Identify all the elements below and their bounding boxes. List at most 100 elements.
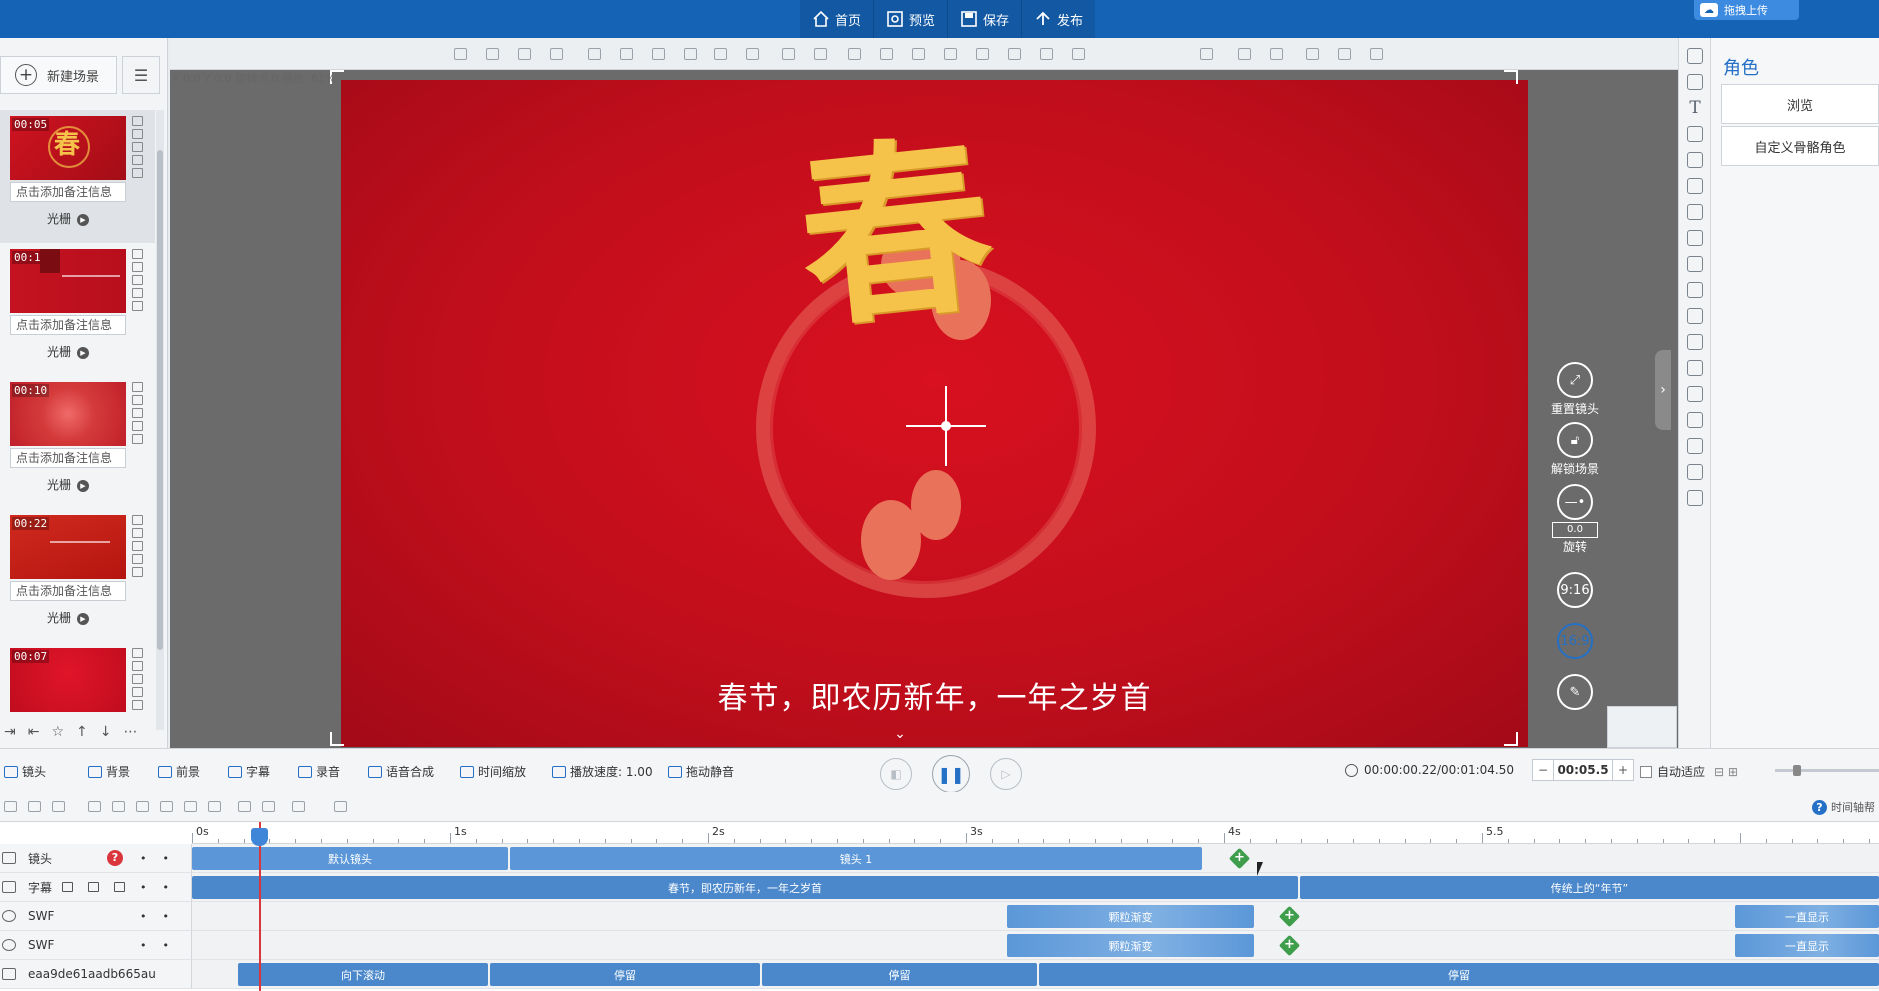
stepper-plus-button[interactable]: + xyxy=(1613,760,1633,780)
element-clip[interactable]: 停留 xyxy=(1039,963,1879,986)
auto-fit-toggle[interactable]: 自动适应 ⊟ ⊞ xyxy=(1640,763,1738,780)
tool-icon[interactable] xyxy=(1687,126,1703,142)
scene-transition[interactable]: 光栅 ▶ xyxy=(10,609,126,626)
tool-icon[interactable] xyxy=(1687,490,1703,506)
delete-icon[interactable] xyxy=(132,395,143,405)
toolbar-tool-icon[interactable] xyxy=(1200,48,1213,60)
play-icon[interactable]: ▶ xyxy=(77,612,89,625)
track-header-camera[interactable]: 镜头 ? •• xyxy=(0,844,192,873)
tool-icon[interactable] xyxy=(1687,152,1703,168)
record-button[interactable]: 录音 xyxy=(298,763,340,780)
star-icon[interactable] xyxy=(132,567,143,577)
toolbar-tool-icon[interactable] xyxy=(652,48,665,60)
nav-publish-button[interactable]: 发布 xyxy=(1021,0,1095,38)
ratio-916-button[interactable]: 9:16 xyxy=(1530,572,1620,610)
delete-icon[interactable] xyxy=(132,528,143,538)
timeline-tool-icon[interactable] xyxy=(184,801,197,812)
element-clip[interactable]: 停留 xyxy=(762,963,1037,986)
tool-icon[interactable] xyxy=(1687,204,1703,220)
stepper-minus-button[interactable]: − xyxy=(1533,760,1553,780)
scrollbar-thumb[interactable] xyxy=(157,150,163,650)
merge-icon[interactable] xyxy=(132,288,143,298)
scene-transition[interactable]: 光栅 ▶ xyxy=(10,210,126,227)
toolbar-tool-icon[interactable] xyxy=(1370,48,1383,60)
move-down-icon[interactable]: ↓ xyxy=(100,724,112,740)
delete-icon[interactable] xyxy=(132,129,143,139)
effect-clip[interactable]: 颗粒渐变 xyxy=(1007,934,1254,957)
paste-icon[interactable] xyxy=(132,275,143,285)
rotate-dial-icon[interactable]: —• xyxy=(1557,484,1593,520)
new-scene-button[interactable]: + 新建场景 xyxy=(0,56,117,94)
delete-icon[interactable] xyxy=(132,262,143,272)
tool-icon[interactable] xyxy=(1687,360,1703,376)
scene-sort-button[interactable]: ☰ xyxy=(122,56,160,94)
time-scale-button[interactable]: 时间缩放 xyxy=(460,763,526,780)
star-icon[interactable] xyxy=(132,434,143,444)
tool-icon[interactable] xyxy=(1687,412,1703,428)
track-toggles[interactable]: •• xyxy=(140,939,185,952)
track-header-swf[interactable]: SWF •• xyxy=(0,931,192,960)
timeline-tool-icon[interactable] xyxy=(292,801,305,812)
toolbar-tool-icon[interactable] xyxy=(880,48,893,60)
tool-icon[interactable] xyxy=(1687,282,1703,298)
copy-icon[interactable] xyxy=(132,515,143,525)
timeline-tool-icon[interactable] xyxy=(52,801,65,812)
paste-icon[interactable] xyxy=(132,541,143,551)
star-icon[interactable] xyxy=(132,301,143,311)
camera-clip[interactable]: 镜头 1 xyxy=(510,847,1202,870)
timeline-tool-icon[interactable] xyxy=(4,801,17,812)
merge-icon[interactable] xyxy=(132,421,143,431)
rotate-control[interactable]: —• 0.0 旋转 xyxy=(1530,484,1620,555)
tool-icon[interactable] xyxy=(1687,464,1703,480)
track-header-element[interactable]: eaa9de61aadb665au xyxy=(0,960,192,989)
timeline-tool-icon[interactable] xyxy=(208,801,221,812)
track-row-swf[interactable]: 颗粒渐变 + 一直显示 xyxy=(192,931,1879,960)
toolbar-tool-icon[interactable] xyxy=(1270,48,1283,60)
merge-icon[interactable] xyxy=(132,155,143,165)
track-row-subtitle[interactable]: 春节，即农历新年，一年之岁首 传统上的“年节” xyxy=(192,873,1879,902)
copy-icon[interactable] xyxy=(132,249,143,259)
zoom-slider[interactable] xyxy=(1775,765,1879,776)
scene-item[interactable]: 00:15 点击添加备注信息 光栅 ▶ xyxy=(0,243,155,376)
subtitle-clip[interactable]: 春节，即农历新年，一年之岁首 xyxy=(192,876,1298,899)
scene-thumbnail[interactable]: 00:10 xyxy=(10,382,126,446)
timeline-zoom-stepper[interactable]: − 00:05.5 + xyxy=(1532,759,1634,781)
scene-stage[interactable]: 春 春节，即农历新年，一年之岁首 xyxy=(341,80,1528,747)
scene-thumbnail[interactable]: 00:22 xyxy=(10,515,126,579)
scene-thumbnail[interactable]: 00:07 xyxy=(10,648,126,712)
track-header-subtitle[interactable]: 字幕 •• xyxy=(0,873,192,902)
timeline-tool-icon[interactable] xyxy=(238,801,251,812)
play-icon[interactable]: ▶ xyxy=(77,213,89,226)
track-toggles[interactable]: •• xyxy=(140,881,185,894)
text-tool-icon[interactable]: T xyxy=(1687,100,1703,117)
track-row-element[interactable]: 向下滚动 停留 停留 停留 xyxy=(192,960,1879,989)
toolbar-tool-icon[interactable] xyxy=(1040,48,1053,60)
timeline-help[interactable]: ? 时间轴帮 xyxy=(1812,799,1875,815)
tool-icon[interactable] xyxy=(1687,48,1703,64)
toolbar-tool-icon[interactable] xyxy=(684,48,697,60)
tool-icon[interactable] xyxy=(1687,386,1703,402)
import-icon[interactable] xyxy=(114,882,125,892)
scene-scrollbar[interactable] xyxy=(156,110,164,730)
export-icon[interactable]: ⇤ xyxy=(28,724,40,740)
add-keyframe-button[interactable]: + xyxy=(1278,934,1301,957)
scene-note-input[interactable]: 点击添加备注信息 xyxy=(10,315,126,335)
scene-thumbnail[interactable]: 00:15 xyxy=(10,249,126,313)
prev-frame-button[interactable]: ◧ xyxy=(880,758,912,790)
copy-icon[interactable] xyxy=(132,382,143,392)
merge-icon[interactable] xyxy=(132,554,143,564)
drag-mute-button[interactable]: 拖动静音 xyxy=(668,763,734,780)
add-keyframe-button[interactable]: + xyxy=(1278,905,1301,928)
toolbar-tool-icon[interactable] xyxy=(976,48,989,60)
copy-icon[interactable] xyxy=(132,116,143,126)
toolbar-tool-icon[interactable] xyxy=(550,48,563,60)
playhead[interactable] xyxy=(259,822,261,991)
toolbar-tool-icon[interactable] xyxy=(714,48,727,60)
scene-item[interactable]: 00:22 点击添加备注信息 光栅 ▶ xyxy=(0,509,155,642)
more-icon[interactable]: ⋯ xyxy=(124,724,138,740)
playhead-handle[interactable] xyxy=(251,828,268,846)
auto-fit-checkbox[interactable] xyxy=(1640,765,1652,778)
nav-home-button[interactable]: 首页 xyxy=(800,0,873,38)
chun-character[interactable]: 春 xyxy=(785,80,1003,364)
scene-item[interactable]: 00:07 xyxy=(0,642,155,715)
